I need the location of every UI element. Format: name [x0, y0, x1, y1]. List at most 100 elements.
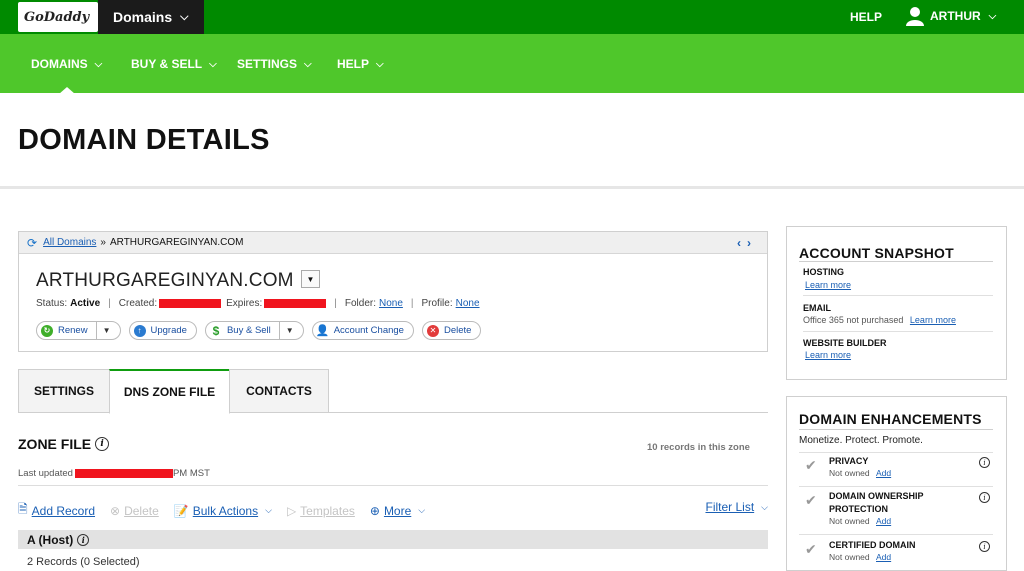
- hosting-learn-more[interactable]: Learn more: [805, 280, 851, 290]
- info-icon[interactable]: i: [979, 457, 990, 468]
- all-domains-link[interactable]: All Domains: [43, 237, 96, 248]
- hosting-info: Learn more: [803, 280, 851, 290]
- more-button[interactable]: ⊕ More ⌵: [370, 504, 425, 518]
- delete-icon: ✕: [426, 324, 439, 337]
- domain-dropdown-button[interactable]: ▼: [301, 270, 320, 288]
- website-builder-label: WEBSITE BUILDER: [803, 338, 887, 348]
- zone-divider: [18, 485, 768, 486]
- domain-name: ARTHURGAREGINYAN.COM: [36, 270, 294, 291]
- chevron-down-icon: ⌵: [761, 501, 768, 512]
- zone-toolbar: 🗎 Add Record ⊗ Delete 📝 Bulk Actions ⌵ ▷…: [18, 500, 768, 521]
- godaddy-logo[interactable]: GoDaddy: [18, 2, 98, 32]
- account-snapshot-title: ACCOUNT SNAPSHOT: [799, 245, 954, 261]
- chevron-down-icon: ⌵: [418, 505, 426, 515]
- card-title-divider: [799, 429, 993, 430]
- breadcrumb-separator: »: [100, 237, 106, 248]
- nav-help[interactable]: HELP ⌵: [337, 57, 384, 71]
- previous-icon[interactable]: ‹: [737, 236, 747, 250]
- enhancement-privacy: ✔ PRIVACY Not owned Add i: [799, 455, 995, 485]
- add-ownership-protection-link[interactable]: Add: [876, 516, 891, 526]
- check-icon: ✔: [805, 541, 817, 557]
- user-menu[interactable]: ARTHUR ⌵: [905, 6, 996, 26]
- nav-buy-sell[interactable]: BUY & SELL ⌵: [131, 57, 217, 71]
- renew-dropdown[interactable]: ▼: [95, 321, 111, 340]
- nav-help-label: HELP: [337, 57, 370, 71]
- add-certified-domain-link[interactable]: Add: [876, 552, 891, 562]
- divider: |: [108, 298, 111, 309]
- user-name: ARTHUR: [930, 9, 981, 23]
- enhancement-status: Not owned: [829, 468, 870, 478]
- next-icon[interactable]: ›: [747, 236, 757, 250]
- buy-sell-button[interactable]: $ Buy & Sell ▼: [204, 321, 304, 340]
- profile-label: Profile:: [421, 298, 453, 309]
- email-learn-more[interactable]: Learn more: [910, 315, 956, 325]
- hosting-label: HOSTING: [803, 267, 845, 277]
- info-icon[interactable]: i: [979, 541, 990, 552]
- info-icon[interactable]: i: [77, 533, 90, 546]
- last-updated-label: Last updated: [18, 468, 73, 479]
- renew-button[interactable]: ↻ Renew ▼: [36, 321, 121, 340]
- status-label: Status:: [36, 298, 68, 309]
- delete-records-button[interactable]: ⊗ Delete: [110, 504, 159, 518]
- enhancement-status: Not owned: [829, 516, 870, 526]
- tab-dns-zone-file[interactable]: DNS ZONE FILE: [109, 369, 230, 414]
- info-icon[interactable]: i: [95, 437, 110, 451]
- email-info: Office 365 not purchased Learn more: [803, 315, 956, 325]
- website-builder-learn-more[interactable]: Learn more: [805, 350, 851, 360]
- expires-redaction: [264, 299, 327, 308]
- top-help-link[interactable]: HELP: [850, 10, 882, 24]
- domain-pager: ‹›: [737, 236, 757, 250]
- more-label: More: [383, 503, 412, 518]
- delete-button[interactable]: ✕ Delete: [421, 321, 482, 340]
- zone-file-title: ZONE FILE i: [18, 436, 110, 452]
- buy-sell-dropdown[interactable]: ▼: [278, 321, 294, 340]
- divider: [799, 534, 993, 535]
- a-host-section-header[interactable]: A (Host) i: [18, 530, 768, 549]
- info-icon[interactable]: i: [979, 492, 990, 503]
- domain-enhancements-title: DOMAIN ENHANCEMENTS: [799, 411, 982, 427]
- delete-circle-icon: ⊗: [110, 503, 121, 518]
- nav-domains[interactable]: DOMAINS ⌵: [31, 57, 102, 71]
- card-title-divider: [799, 261, 993, 262]
- delete-records-label: Delete: [124, 503, 159, 518]
- folder-value[interactable]: None: [379, 298, 403, 309]
- folder-label: Folder:: [344, 298, 376, 309]
- templates-label: Templates: [300, 503, 355, 518]
- add-record-button[interactable]: 🗎 Add Record: [18, 500, 95, 521]
- enhancement-label: CERTIFIED DOMAIN: [829, 540, 916, 550]
- enhancement-ownership-protection: ✔ DOMAIN OWNERSHIP PROTECTION Not owned …: [799, 490, 995, 530]
- filter-list-button[interactable]: Filter List ⌵: [705, 500, 768, 514]
- templates-button[interactable]: ▷ Templates: [287, 504, 355, 518]
- tab-settings[interactable]: SETTINGS: [18, 369, 110, 413]
- divider: [803, 295, 993, 296]
- check-icon: ✔: [805, 492, 817, 508]
- refresh-icon[interactable]: ⟳: [27, 236, 37, 250]
- main-nav: DOMAINS ⌵ BUY & SELL ⌵ SETTINGS ⌵ HELP ⌵: [0, 34, 1024, 93]
- breadcrumb-current: ARTHURGAREGINYAN.COM: [109, 237, 244, 248]
- nav-settings[interactable]: SETTINGS ⌵: [237, 57, 312, 71]
- title-divider: [0, 186, 1024, 189]
- profile-value[interactable]: None: [456, 298, 480, 309]
- product-switcher[interactable]: Domains ⌵: [98, 0, 204, 34]
- upgrade-icon: ↑: [133, 324, 146, 337]
- tab-contacts[interactable]: CONTACTS: [229, 369, 329, 413]
- delete-label: Delete: [443, 325, 472, 336]
- bulk-edit-icon: 📝: [173, 503, 189, 518]
- enhancement-status-row: Not owned Add: [829, 552, 891, 562]
- bulk-actions-button[interactable]: 📝 Bulk Actions ⌵: [174, 504, 272, 518]
- renew-label: Renew: [58, 325, 88, 336]
- nav-domains-label: DOMAINS: [31, 57, 88, 71]
- add-privacy-link[interactable]: Add: [876, 468, 891, 478]
- buy-sell-label: Buy & Sell: [226, 325, 271, 336]
- upgrade-button[interactable]: ↑ Upgrade: [128, 321, 197, 340]
- email-label: EMAIL: [803, 303, 831, 313]
- last-updated: Last updated PM MST: [18, 468, 210, 479]
- upgrade-label: Upgrade: [150, 325, 187, 336]
- divider: [803, 331, 993, 332]
- last-updated-redaction: [74, 469, 173, 478]
- nav-settings-label: SETTINGS: [237, 57, 298, 71]
- a-host-label: A (Host): [27, 532, 74, 547]
- account-change-button[interactable]: 👤 Account Change: [311, 321, 414, 340]
- domain-enhancements-card: DOMAIN ENHANCEMENTS Monetize. Protect. P…: [786, 396, 1007, 571]
- divider: [799, 452, 993, 453]
